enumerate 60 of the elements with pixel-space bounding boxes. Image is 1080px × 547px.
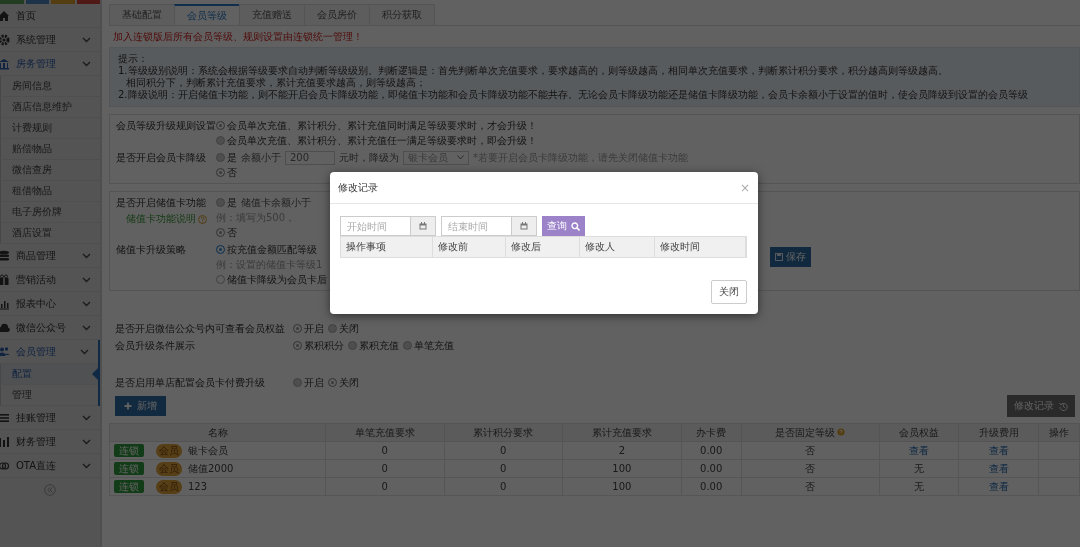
column-header: 修改人 bbox=[580, 237, 655, 257]
field-label: 是否开启储值卡功能 bbox=[116, 196, 207, 210]
table-cell: 100 bbox=[612, 481, 632, 492]
table-cell: 无 bbox=[914, 480, 925, 492]
radio-button[interactable]: 按充值金额匹配等级 bbox=[216, 243, 317, 256]
chain-tag: 连锁 bbox=[114, 462, 144, 475]
table-cell: 0.00 bbox=[700, 481, 723, 492]
field-label: 是否开启微信公众号内可查看会员权益 bbox=[115, 322, 286, 336]
field-label: 会员等级升级规则设置 bbox=[116, 119, 216, 133]
modal-title: 修改记录 bbox=[338, 180, 378, 195]
sidebar-item[interactable]: 首页 bbox=[0, 4, 100, 28]
amount-field[interactable]: 200 bbox=[285, 150, 335, 165]
tip-text: 提示： bbox=[118, 53, 149, 65]
close-button[interactable]: 关闭 bbox=[711, 280, 747, 304]
view-link[interactable]: 查看 bbox=[988, 480, 1009, 492]
view-link[interactable]: 查看 bbox=[988, 462, 1009, 474]
column-header: 办卡费 bbox=[681, 423, 742, 442]
view-link[interactable]: 查看 bbox=[909, 444, 930, 456]
column-header: 操作事项 bbox=[341, 237, 433, 257]
date-field[interactable]: 结束时间 bbox=[441, 216, 537, 236]
table-cell: 储值2000 bbox=[188, 461, 234, 476]
table-cell: 0 bbox=[381, 463, 388, 474]
sidebar-item[interactable]: 房务管理 bbox=[0, 52, 100, 76]
field-label: 是否开启会员卡降级 bbox=[116, 151, 207, 165]
search-button[interactable]: 查询 bbox=[542, 216, 585, 236]
column-header: 修改时间 bbox=[655, 237, 746, 257]
table-cell: 0 bbox=[381, 445, 388, 456]
table-cell: 银卡会员 bbox=[188, 443, 228, 458]
date-field[interactable]: 开始时间 bbox=[340, 216, 436, 236]
field-label: 储值卡升级策略 bbox=[116, 243, 187, 257]
table-cell: 否 bbox=[805, 480, 816, 492]
table-cell: 100 bbox=[612, 463, 632, 474]
column-header: 修改后 bbox=[506, 237, 580, 257]
table-cell: 0.00 bbox=[700, 445, 723, 456]
table-cell: 无 bbox=[914, 462, 925, 474]
table-cell: 0 bbox=[381, 481, 388, 492]
column-header: 操作 bbox=[1038, 423, 1080, 442]
table-cell: 0 bbox=[500, 445, 507, 456]
chain-tag: 连锁 bbox=[114, 444, 144, 457]
table-cell: 否 bbox=[805, 444, 816, 456]
field-label: 会员升级条件展示 bbox=[115, 339, 196, 353]
sidebar-item[interactable]: OTA直连 bbox=[0, 454, 100, 478]
radio-button[interactable]: 储值卡降级为会员卡后 bbox=[216, 273, 327, 286]
add-button[interactable]: 新增 bbox=[115, 396, 166, 416]
column-header: 修改前 bbox=[433, 237, 506, 257]
table-cell: 2 bbox=[618, 445, 625, 456]
table-cell: 0.00 bbox=[700, 463, 723, 474]
tip-text: 相同积分下，判断累计充值要求，累计充值要求越高，则等级越高； bbox=[125, 77, 427, 89]
table-cell: 否 bbox=[805, 462, 816, 474]
column-header: 名称 bbox=[109, 423, 326, 442]
chain-tag: 连锁 bbox=[114, 480, 144, 493]
save-button[interactable]: 保存 bbox=[770, 247, 811, 267]
column-header: 会员权益 bbox=[879, 423, 959, 442]
table-cell: 0 bbox=[500, 463, 507, 474]
close-button[interactable]: × bbox=[739, 180, 750, 195]
table-cell: 0 bbox=[500, 481, 507, 492]
view-link[interactable]: 查看 bbox=[988, 444, 1009, 456]
help-link[interactable]: 储值卡功能说明 bbox=[126, 212, 196, 226]
field-label: 是否启用单店配置会员卡付费升级 bbox=[115, 376, 266, 390]
table-cell: 123 bbox=[188, 481, 208, 492]
